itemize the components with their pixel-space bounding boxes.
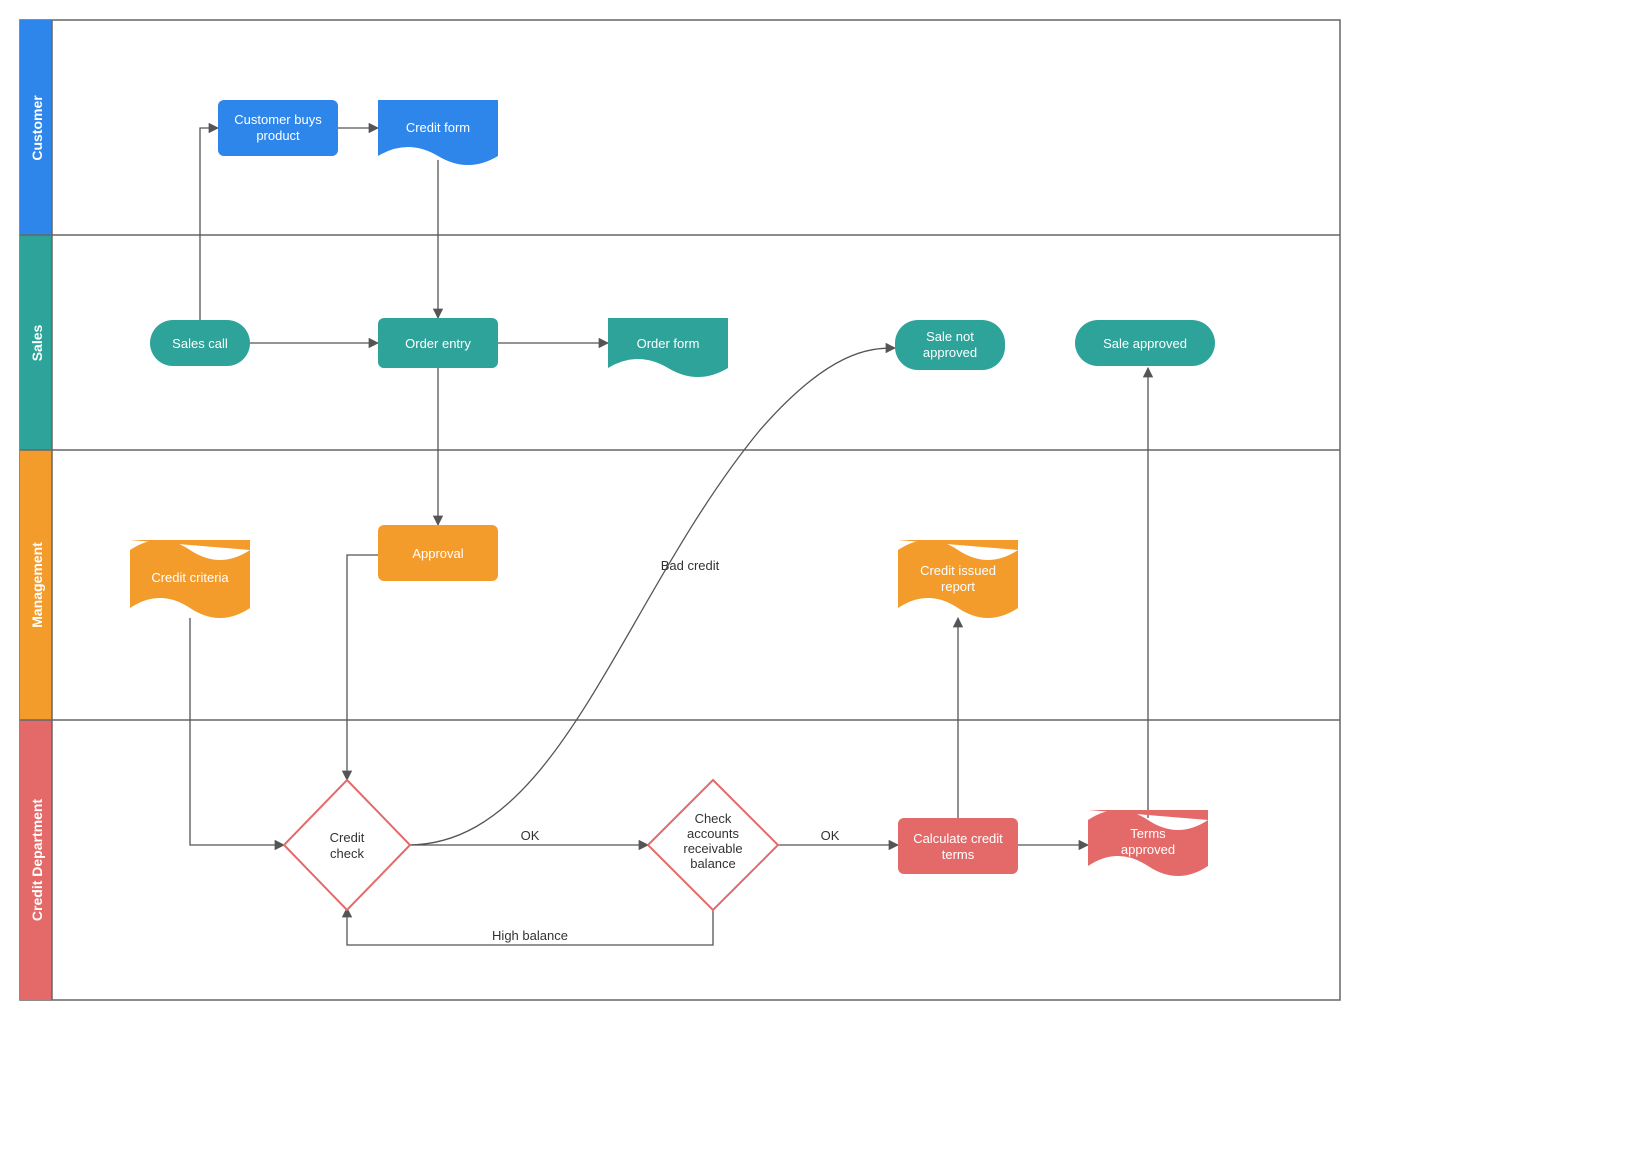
svg-text:Check: Check <box>695 811 732 826</box>
svg-text:Sale approved: Sale approved <box>1103 336 1187 351</box>
edge-label-ok2: OK <box>821 828 840 843</box>
node-order-form[interactable]: Order form <box>608 318 728 377</box>
node-check-accounts[interactable]: Check accounts receivable balance <box>648 780 778 910</box>
lane-label-customer: Customer <box>29 95 45 161</box>
swimlane-diagram: Customer Sales Management Credit Departm… <box>0 0 1649 1151</box>
node-order-entry[interactable]: Order entry <box>378 318 498 368</box>
svg-text:approved: approved <box>923 345 977 360</box>
svg-text:Credit: Credit <box>330 830 365 845</box>
svg-text:Credit criteria: Credit criteria <box>151 570 229 585</box>
svg-text:accounts: accounts <box>687 826 740 841</box>
node-approval[interactable]: Approval <box>378 525 498 581</box>
svg-text:Approval: Approval <box>412 546 463 561</box>
svg-text:product: product <box>256 128 300 143</box>
node-customer-buys[interactable]: Customer buys product <box>218 100 338 156</box>
node-credit-form[interactable]: Credit form <box>378 100 498 165</box>
node-credit-criteria[interactable]: Credit criteria <box>130 540 250 618</box>
svg-text:Customer buys: Customer buys <box>234 112 322 127</box>
node-credit-check[interactable]: Credit check <box>284 780 410 910</box>
svg-text:Sales call: Sales call <box>172 336 228 351</box>
node-sale-approved[interactable]: Sale approved <box>1075 320 1215 366</box>
svg-text:terms: terms <box>942 847 975 862</box>
node-credit-issued-report[interactable]: Credit issued report <box>898 540 1018 618</box>
svg-text:receivable: receivable <box>683 841 742 856</box>
svg-text:balance: balance <box>690 856 736 871</box>
svg-text:Credit form: Credit form <box>406 120 470 135</box>
node-sales-call[interactable]: Sales call <box>150 320 250 366</box>
svg-text:Calculate credit: Calculate credit <box>913 831 1003 846</box>
node-sale-not-approved[interactable]: Sale not approved <box>895 320 1005 370</box>
lane-label-sales: Sales <box>29 324 45 361</box>
svg-text:Order form: Order form <box>637 336 700 351</box>
node-terms-approved[interactable]: Terms approved <box>1088 810 1208 876</box>
svg-text:Credit issued: Credit issued <box>920 563 996 578</box>
edge-label-high-balance: High balance <box>492 928 568 943</box>
svg-text:approved: approved <box>1121 842 1175 857</box>
lane-label-credit: Credit Department <box>29 799 45 921</box>
lane-label-management: Management <box>29 542 45 628</box>
svg-text:Terms: Terms <box>1130 826 1166 841</box>
node-calculate-terms[interactable]: Calculate credit terms <box>898 818 1018 874</box>
edge-label-bad-credit: Bad credit <box>661 558 720 573</box>
svg-text:Sale not: Sale not <box>926 329 974 344</box>
svg-text:report: report <box>941 579 975 594</box>
svg-text:Order entry: Order entry <box>405 336 471 351</box>
svg-text:check: check <box>330 846 364 861</box>
edge-label-ok1: OK <box>521 828 540 843</box>
